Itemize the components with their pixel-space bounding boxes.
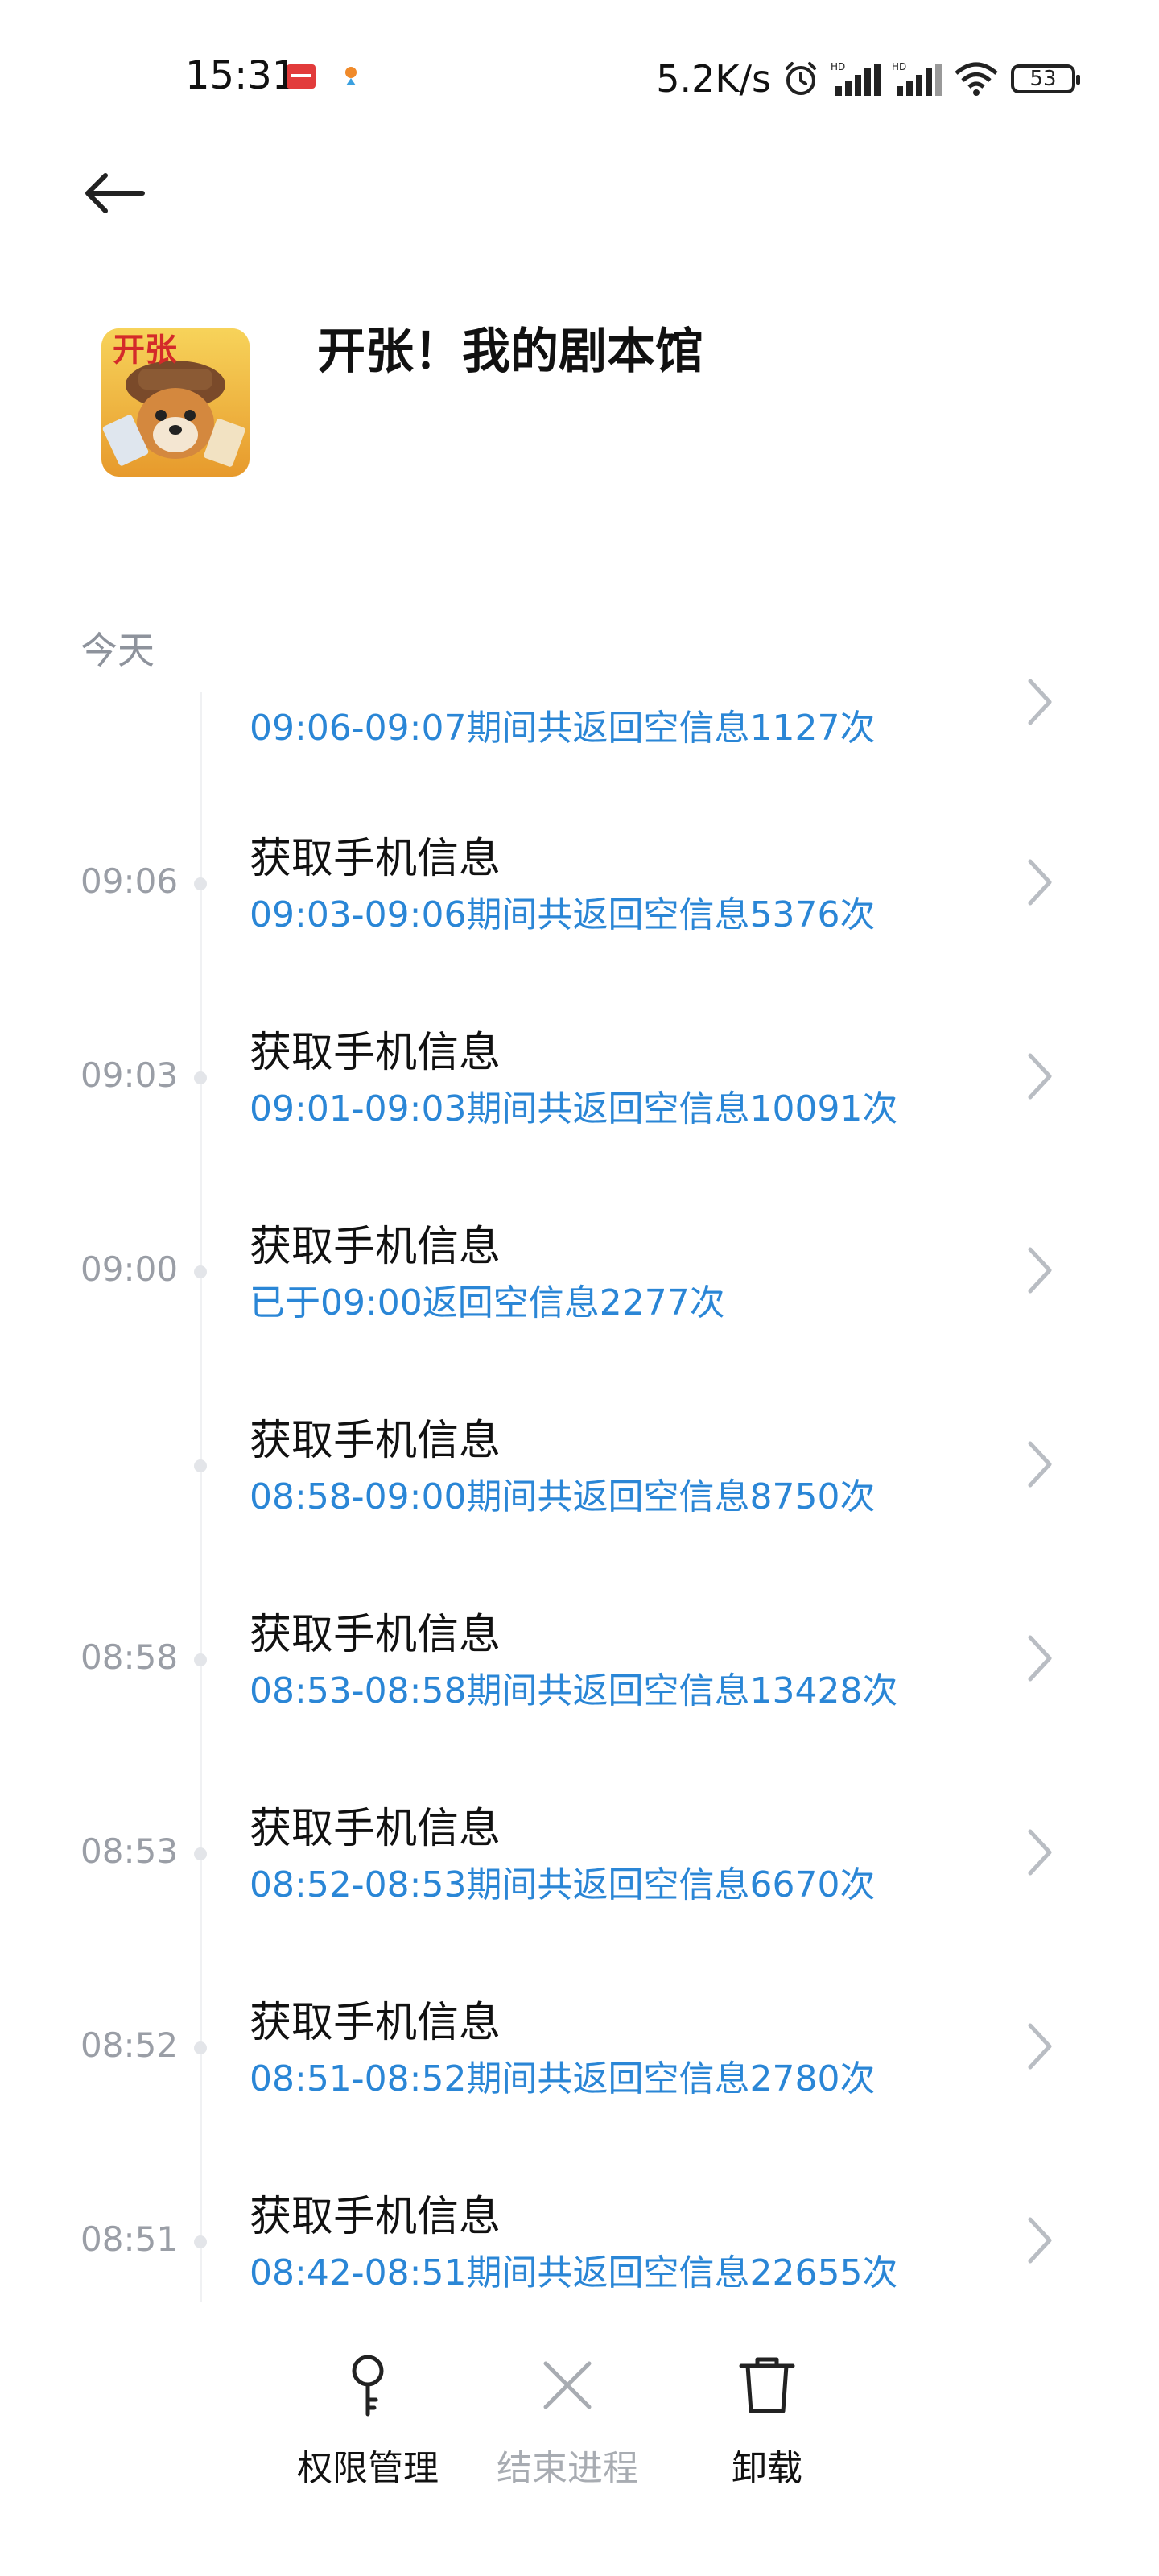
record-title: 获取手机信息 [250,2193,501,2241]
record-detail: 08:42-08:51期间共返回空信息22655次 [250,2252,898,2293]
record-time: 08:52 [80,2025,179,2065]
record-detail: 09:01-09:03期间共返回空信息10091次 [250,1088,898,1129]
battery-indicator: 53 [1011,64,1080,93]
status-bar: 15:31 5.2K/s HD HD 53 [0,0,1159,161]
record-detail: 08:58-09:00期间共返回空信息8750次 [250,1476,876,1517]
bottom-action-bar: 权限管理 结束进程 卸载 [0,2302,1159,2576]
chevron-right-icon [1028,679,1052,725]
record-detail: 09:03-09:06期间共返回空信息5376次 [250,894,876,935]
record-time: 09:06 [80,861,179,901]
record-item[interactable]: 09:03 获取手机信息 09:01-09:03期间共返回空信息10091次 [0,999,1159,1176]
record-title: 获取手机信息 [250,1417,501,1465]
record-title: 获取手机信息 [250,1029,501,1077]
chevron-right-icon [1028,1829,1052,1876]
uninstall-label: 卸载 [732,2448,802,2489]
trash-icon [739,2357,795,2413]
chevron-right-icon [1028,859,1052,906]
timeline-dot [194,877,207,890]
record-time: 09:03 [80,1055,179,1095]
status-time: 15:31 [185,53,297,98]
app-icon: 开张 [101,328,250,477]
record-detail: 08:51-08:52期间共返回空信息2780次 [250,2058,876,2099]
record-title: 获取手机信息 [250,1223,501,1271]
map-app-notification-icon [345,67,357,85]
signal-hd-icon-2: HD [892,61,942,96]
record-time: 08:58 [80,1637,179,1677]
back-button[interactable] [77,161,150,225]
record-title: 获取手机信息 [250,835,501,883]
record-time: 09:00 [80,1249,179,1289]
permissions-label: 权限管理 [297,2448,439,2489]
news-app-notification-icon [287,64,316,89]
chevron-right-icon [1028,1053,1052,1100]
signal-hd-icon-1: HD [831,61,881,96]
end-process-button[interactable]: 结束进程 [471,2351,664,2512]
uninstall-button[interactable]: 卸载 [670,2351,864,2512]
record-item[interactable]: 获取手机信息 08:58-09:00期间共返回空信息8750次 [0,1387,1159,1564]
timeline-dot [194,2235,207,2248]
record-time: 08:53 [80,1831,179,1871]
record-item[interactable]: 08:58 获取手机信息 08:53-08:58期间共返回空信息13428次 [0,1581,1159,1758]
record-item[interactable]: 08:52 获取手机信息 08:51-08:52期间共返回空信息2780次 [0,1969,1159,2146]
svg-text:HD: HD [892,61,906,72]
timeline-dot [194,1459,207,1472]
timeline-dot [194,1265,207,1278]
record-title: 获取手机信息 [250,1611,501,1659]
record-time: 08:51 [80,2219,179,2259]
chevron-right-icon [1028,1441,1052,1488]
status-right: 5.2K/s HD HD 53 [656,53,1080,105]
record-item[interactable]: 08:53 获取手机信息 08:52-08:53期间共返回空信息6670次 [0,1775,1159,1952]
key-icon [352,2355,384,2417]
end-process-label: 结束进程 [497,2448,638,2489]
chevron-right-icon [1028,1635,1052,1682]
permissions-button[interactable]: 权限管理 [271,2351,464,2512]
svg-text:HD: HD [831,61,845,72]
chevron-right-icon [1028,2217,1052,2264]
chevron-right-icon [1028,1247,1052,1294]
record-item[interactable]: 09:00 获取手机信息 已于09:00返回空信息2277次 [0,1193,1159,1370]
timeline-dot [194,2041,207,2054]
arrow-left-icon [85,173,145,213]
record-title: 获取手机信息 [250,1805,501,1853]
app-name: 开张！我的剧本馆 [317,324,703,380]
record-item[interactable]: 09:06 获取手机信息 09:03-09:06期间共返回空信息5376次 [0,805,1159,982]
record-detail: 08:52-08:53期间共返回空信息6670次 [250,1864,876,1905]
record-title: 获取手机信息 [250,1999,501,2047]
wifi-icon [955,62,998,96]
timeline-dot [194,1653,207,1666]
app-logo-illustration: 开张 [101,328,250,477]
timeline-dot [194,1071,207,1084]
network-speed: 5.2K/s [656,57,771,101]
chevron-right-icon [1028,2023,1052,2070]
section-title-today: 今天 [80,629,155,672]
alarm-icon [786,62,816,95]
app-icon-text: 开张 [113,332,177,369]
record-detail: 08:53-08:58期间共返回空信息13428次 [250,1670,898,1711]
record-detail: 已于09:00返回空信息2277次 [250,1282,725,1323]
record-detail: 09:06-09:07期间共返回空信息1127次 [250,708,876,749]
close-icon [543,2361,592,2409]
timeline-dot [194,1847,207,1860]
